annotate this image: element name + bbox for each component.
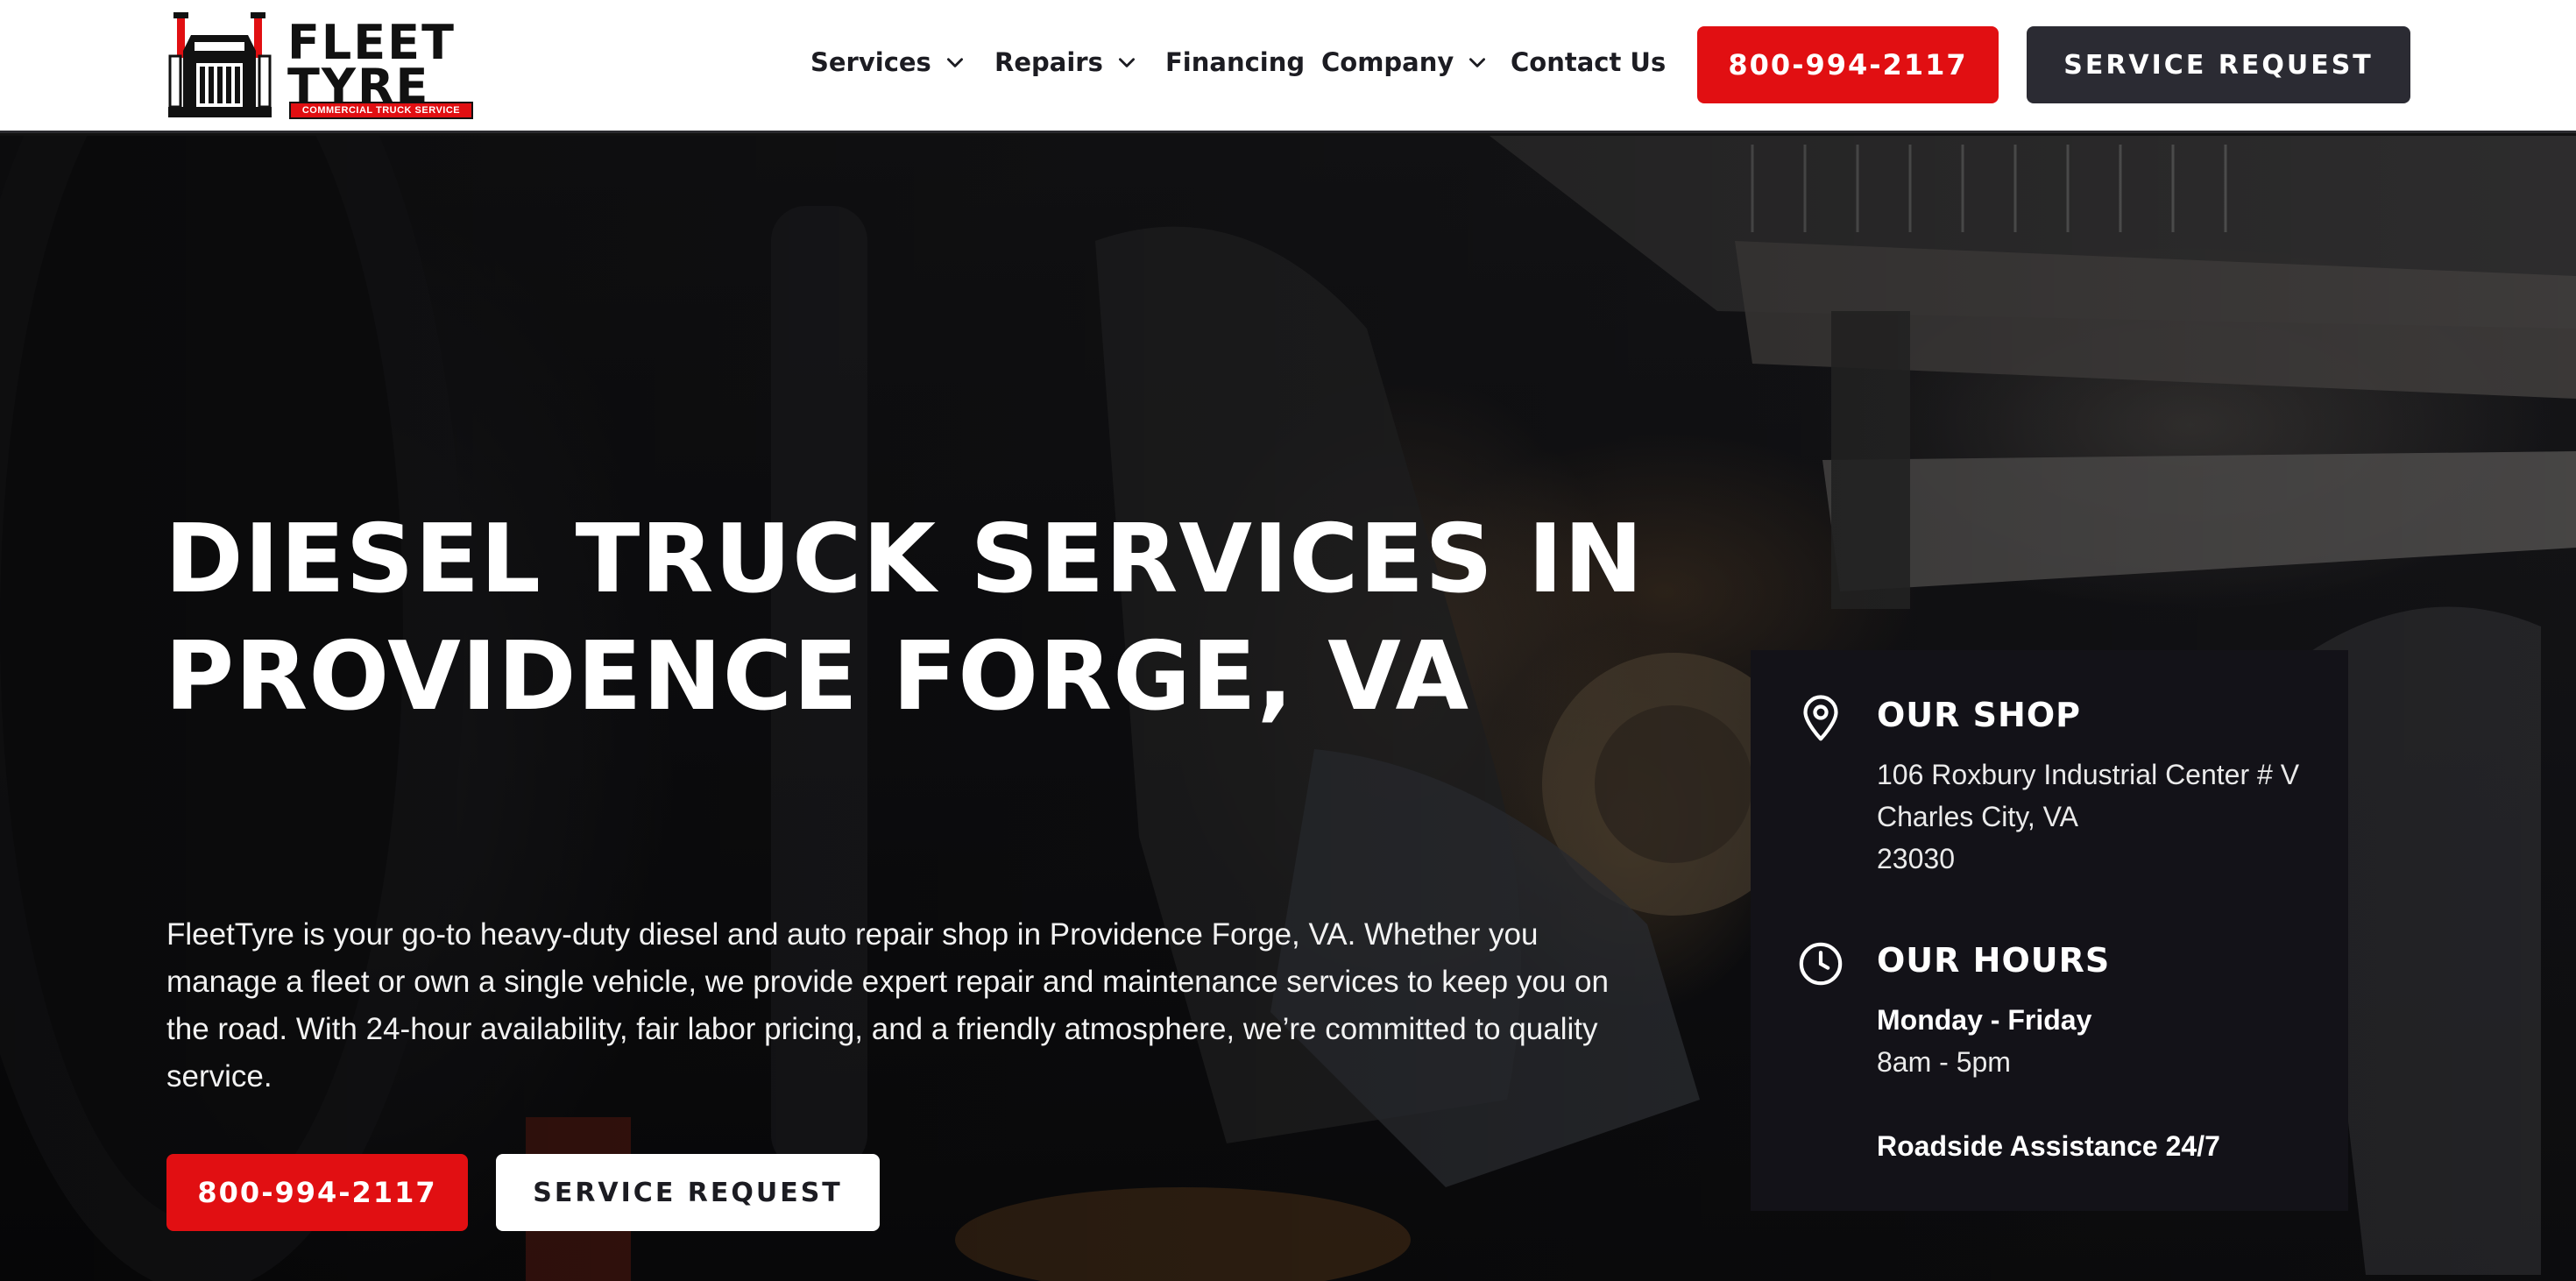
roadside-assistance: Roadside Assistance 24/7 xyxy=(1877,1130,2220,1162)
hero-description: FleetTyre is your go-to heavy-duty diese… xyxy=(166,917,1609,1093)
hero-title-line2: PROVIDENCE FORGE, VA xyxy=(165,622,1470,732)
shop-address-line2: Charles City, VA xyxy=(1877,801,2078,832)
nav-contact-us-label: Contact Us xyxy=(1511,47,1667,77)
nav-repairs[interactable]: Repairs xyxy=(994,47,1138,77)
hero-phone-button[interactable]: 800-994-2117 xyxy=(166,1154,468,1231)
hero-title: DIESEL TRUCK SERVICES IN PROVIDENCE FORG… xyxy=(165,501,1742,736)
truck-logo-icon xyxy=(168,12,272,117)
map-pin-icon xyxy=(1803,695,1838,741)
hours-heading: OUR HOURS xyxy=(1877,941,2111,980)
hours-time: 8am - 5pm xyxy=(1877,1046,2011,1078)
header-service-request-button[interactable]: SERVICE REQUEST xyxy=(2027,26,2410,103)
site-header: FLEET TYRE COMMERCIAL TRUCK SERVICE Serv… xyxy=(0,0,2576,133)
header-phone-button[interactable]: 800-994-2117 xyxy=(1697,26,1999,103)
hours-days: Monday - Friday xyxy=(1877,1004,2092,1036)
hero-service-request-button[interactable]: SERVICE REQUEST xyxy=(496,1154,880,1231)
chevron-down-icon xyxy=(946,58,963,67)
chevron-down-icon xyxy=(1118,58,1135,67)
fleettyre-logo[interactable]: FLEET TYRE COMMERCIAL TRUCK SERVICE xyxy=(165,9,477,121)
nav-services[interactable]: Services xyxy=(810,47,966,77)
nav-repairs-label: Repairs xyxy=(994,47,1103,77)
clock-icon xyxy=(1799,942,1843,986)
shop-address-zip: 23030 xyxy=(1877,843,1955,874)
nav-company[interactable]: Company xyxy=(1321,47,1489,77)
shop-heading: OUR SHOP xyxy=(1877,696,2081,734)
logo-tagline: COMMERCIAL TRUCK SERVICE xyxy=(289,102,473,119)
nav-financing[interactable]: Financing xyxy=(1165,47,1305,77)
shop-info-card: OUR SHOP 106 Roxbury Industrial Center #… xyxy=(1751,650,2348,1211)
nav-financing-label: Financing xyxy=(1165,47,1306,77)
nav-company-label: Company xyxy=(1321,47,1454,77)
hero-title-line1: DIESEL TRUCK SERVICES IN xyxy=(165,505,1645,614)
nav-contact-us[interactable]: Contact Us xyxy=(1511,47,1666,77)
nav-services-label: Services xyxy=(810,47,931,77)
shop-address-line1: 106 Roxbury Industrial Center # V xyxy=(1877,759,2300,790)
chevron-down-icon xyxy=(1469,58,1486,67)
logo-wordmark: FLEET TYRE xyxy=(287,19,456,110)
